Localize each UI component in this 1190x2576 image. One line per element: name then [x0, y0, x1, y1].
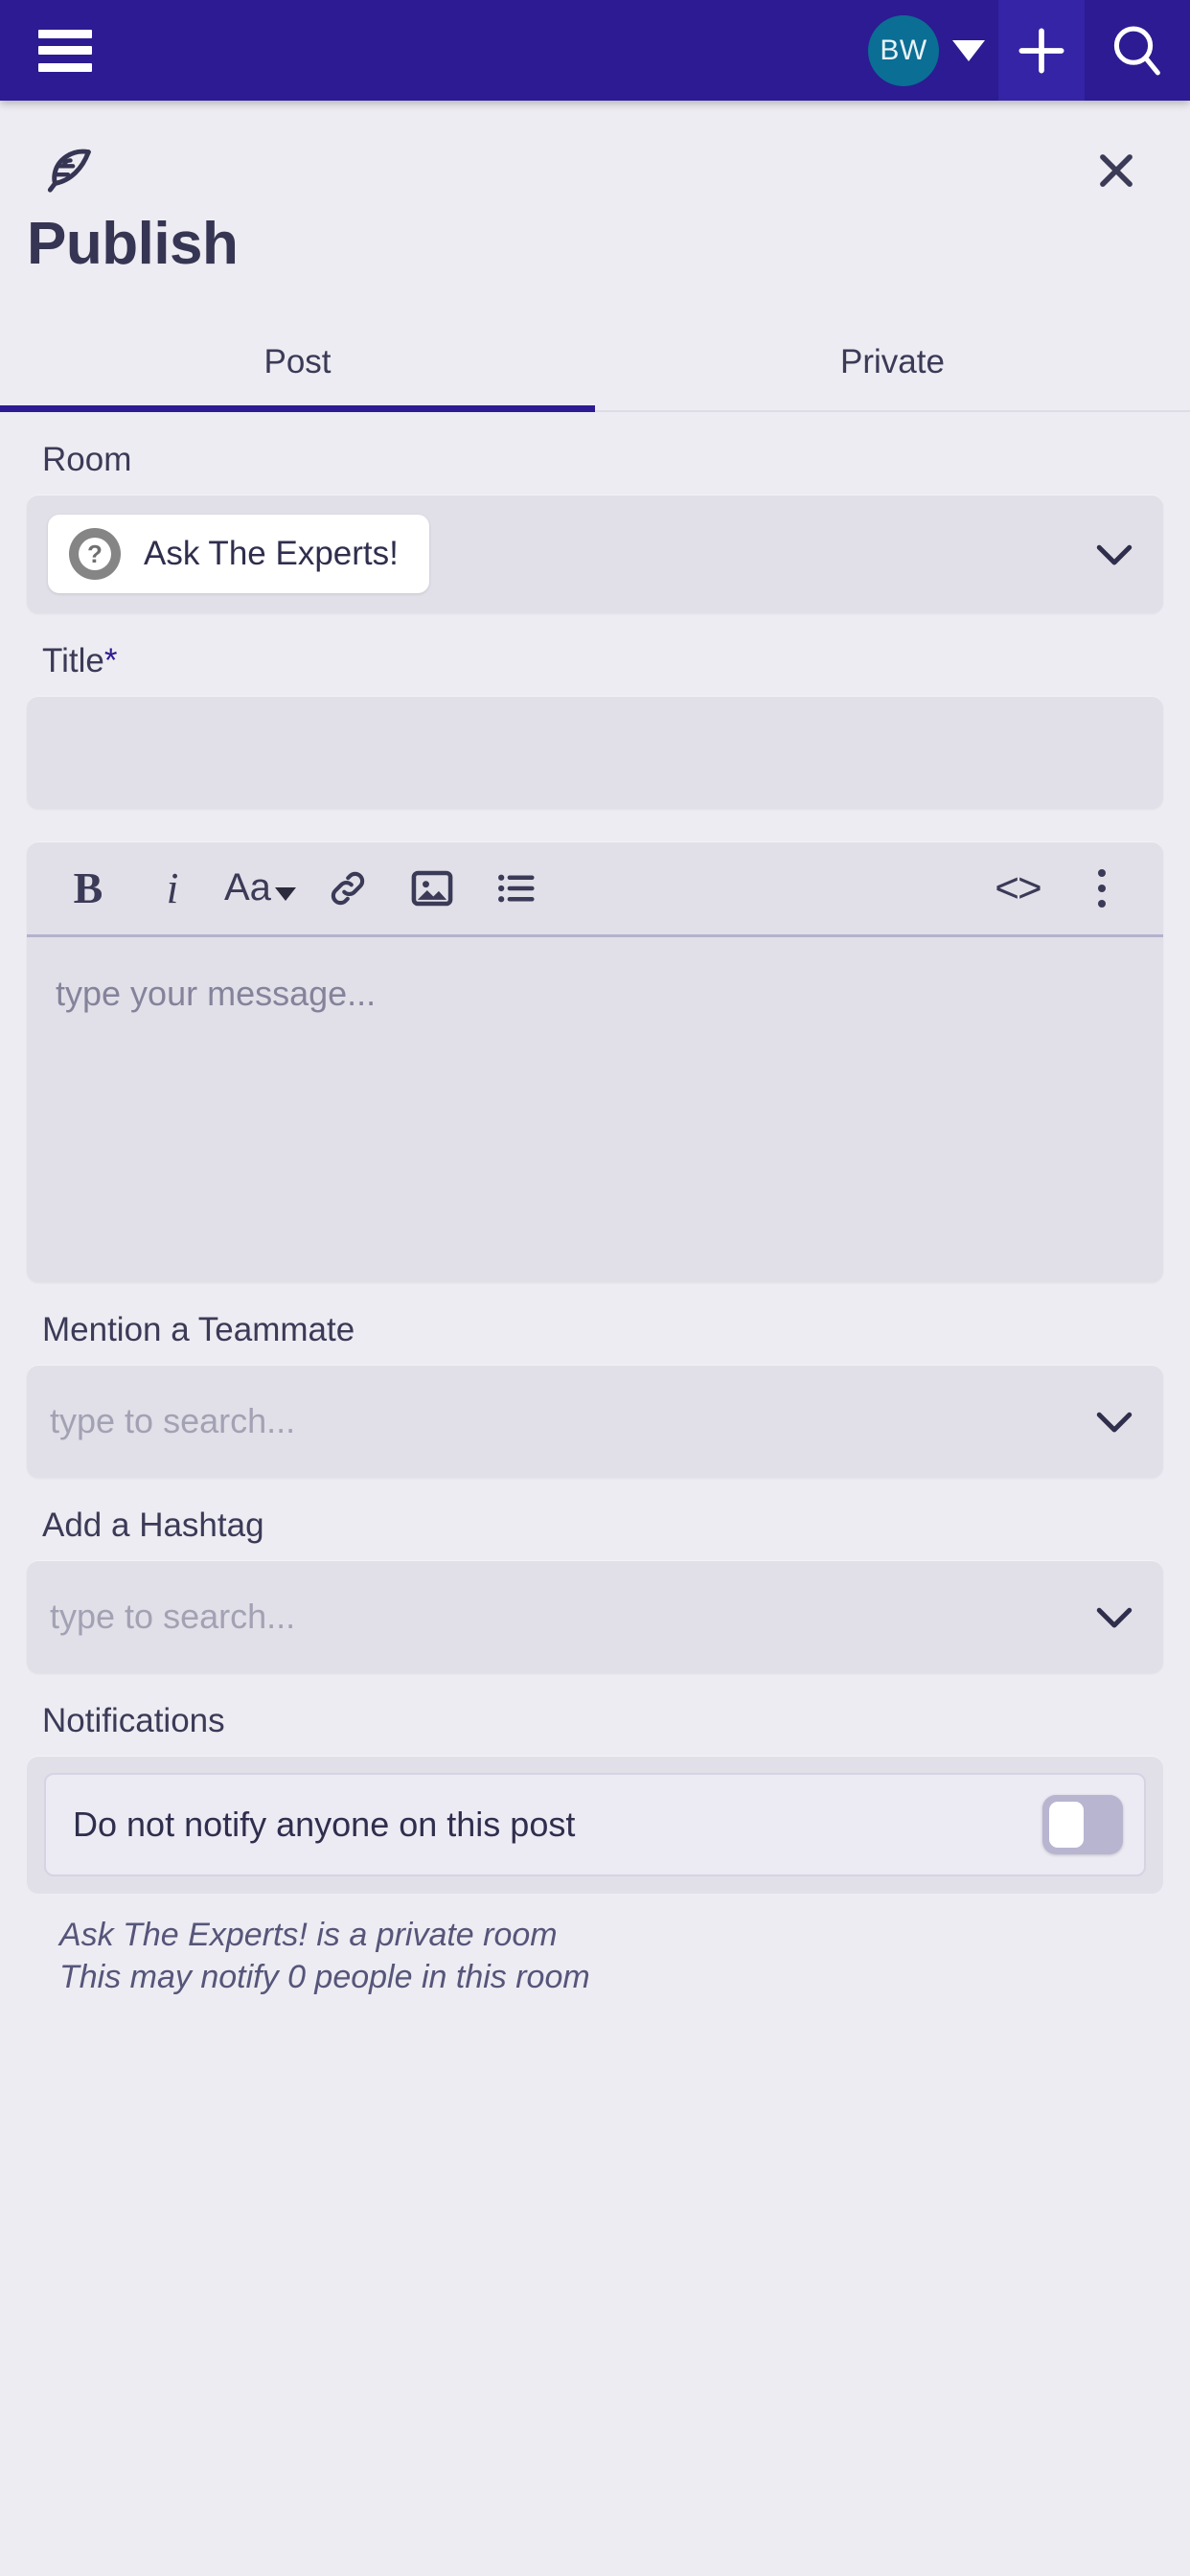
sheet-header	[0, 101, 1190, 200]
app-bar: BW	[0, 0, 1190, 101]
hashtag-label: Add a Hashtag	[42, 1506, 264, 1544]
feather-icon	[47, 149, 91, 193]
room-select[interactable]: ? Ask The Experts!	[27, 494, 1163, 613]
hamburger-bar	[38, 62, 92, 72]
bulleted-list-button[interactable]	[474, 846, 559, 931]
hashtag-placeholder: type to search...	[50, 1597, 296, 1636]
list-icon	[497, 874, 535, 902]
font-size-button[interactable]: Aa	[215, 846, 306, 931]
more-options-button[interactable]	[1060, 846, 1144, 931]
chevron-down-icon[interactable]	[1088, 1591, 1140, 1643]
dot	[1098, 868, 1106, 877]
do-not-notify-toggle[interactable]	[1042, 1795, 1123, 1854]
app-screen: BW Publish Post Private Room ? Ask The E…	[0, 0, 1190, 2576]
link-icon	[331, 871, 365, 905]
message-placeholder: type your message...	[56, 974, 377, 1013]
do-not-notify-label: Do not notify anyone on this post	[73, 1805, 576, 1844]
close-button[interactable]	[1087, 141, 1146, 200]
room-chip[interactable]: ? Ask The Experts!	[48, 515, 429, 593]
account-menu[interactable]: BW	[868, 14, 985, 86]
do-not-notify-row[interactable]: Do not notify anyone on this post	[44, 1773, 1146, 1876]
mention-label: Mention a Teammate	[42, 1311, 355, 1348]
close-icon	[1100, 154, 1133, 187]
image-icon	[411, 870, 453, 906]
note-notify-count: This may notify 0 people in this room	[59, 1958, 590, 1995]
room-notes: Ask The Experts! is a private room This …	[27, 1894, 1163, 1998]
message-input[interactable]: type your message...	[27, 937, 1163, 1282]
question-mark-glyph: ?	[79, 538, 111, 570]
chevron-down-icon[interactable]	[952, 39, 985, 61]
hashtag-select[interactable]: type to search...	[27, 1560, 1163, 1673]
plus-icon	[1018, 27, 1064, 74]
publish-sheet: Publish Post Private Room ? Ask The Expe…	[0, 101, 1190, 2576]
hamburger-bar	[38, 46, 92, 55]
required-marker: *	[103, 642, 118, 679]
title-input[interactable]	[27, 696, 1163, 809]
add-button[interactable]	[998, 0, 1085, 101]
chevron-down-icon[interactable]	[1088, 1395, 1140, 1447]
italic-button[interactable]: i	[130, 846, 215, 931]
notifications-box: Do not notify anyone on this post	[27, 1756, 1163, 1894]
editor-toolbar: B i Aa <>	[27, 841, 1163, 937]
publish-form: Room ? Ask The Experts! Title* B i Aa <>…	[0, 412, 1190, 1998]
avatar: BW	[868, 14, 939, 86]
question-mark-icon: ?	[69, 528, 121, 580]
image-button[interactable]	[390, 846, 474, 931]
bold-button[interactable]: B	[46, 846, 130, 931]
toggle-knob	[1049, 1802, 1084, 1848]
dot	[1098, 899, 1106, 908]
title-label-text: Title	[42, 642, 104, 679]
search-button[interactable]	[1085, 0, 1190, 101]
room-label: Room	[42, 441, 132, 478]
chevron-down-icon[interactable]	[1088, 528, 1140, 580]
hamburger-menu-icon[interactable]	[38, 29, 92, 72]
search-icon	[1113, 26, 1160, 75]
tab-private[interactable]: Private	[595, 322, 1190, 410]
dot	[1098, 884, 1106, 892]
tab-bar: Post Private	[0, 322, 1190, 412]
mention-select[interactable]: type to search...	[27, 1365, 1163, 1478]
link-button[interactable]	[306, 846, 390, 931]
room-chip-label: Ask The Experts!	[144, 535, 399, 572]
font-size-label: Aa	[224, 866, 271, 908]
message-editor: B i Aa <> type your message...	[27, 841, 1163, 1282]
mention-placeholder: type to search...	[50, 1401, 296, 1440]
notifications-label: Notifications	[42, 1702, 225, 1739]
code-button[interactable]: <>	[975, 846, 1060, 931]
chevron-down-icon	[274, 886, 296, 901]
page-title: Publish	[27, 211, 239, 277]
note-private-room: Ask The Experts! is a private room	[59, 1917, 558, 1953]
hamburger-bar	[38, 29, 92, 38]
tab-post[interactable]: Post	[0, 322, 595, 412]
title-label: Title*	[42, 642, 1163, 680]
